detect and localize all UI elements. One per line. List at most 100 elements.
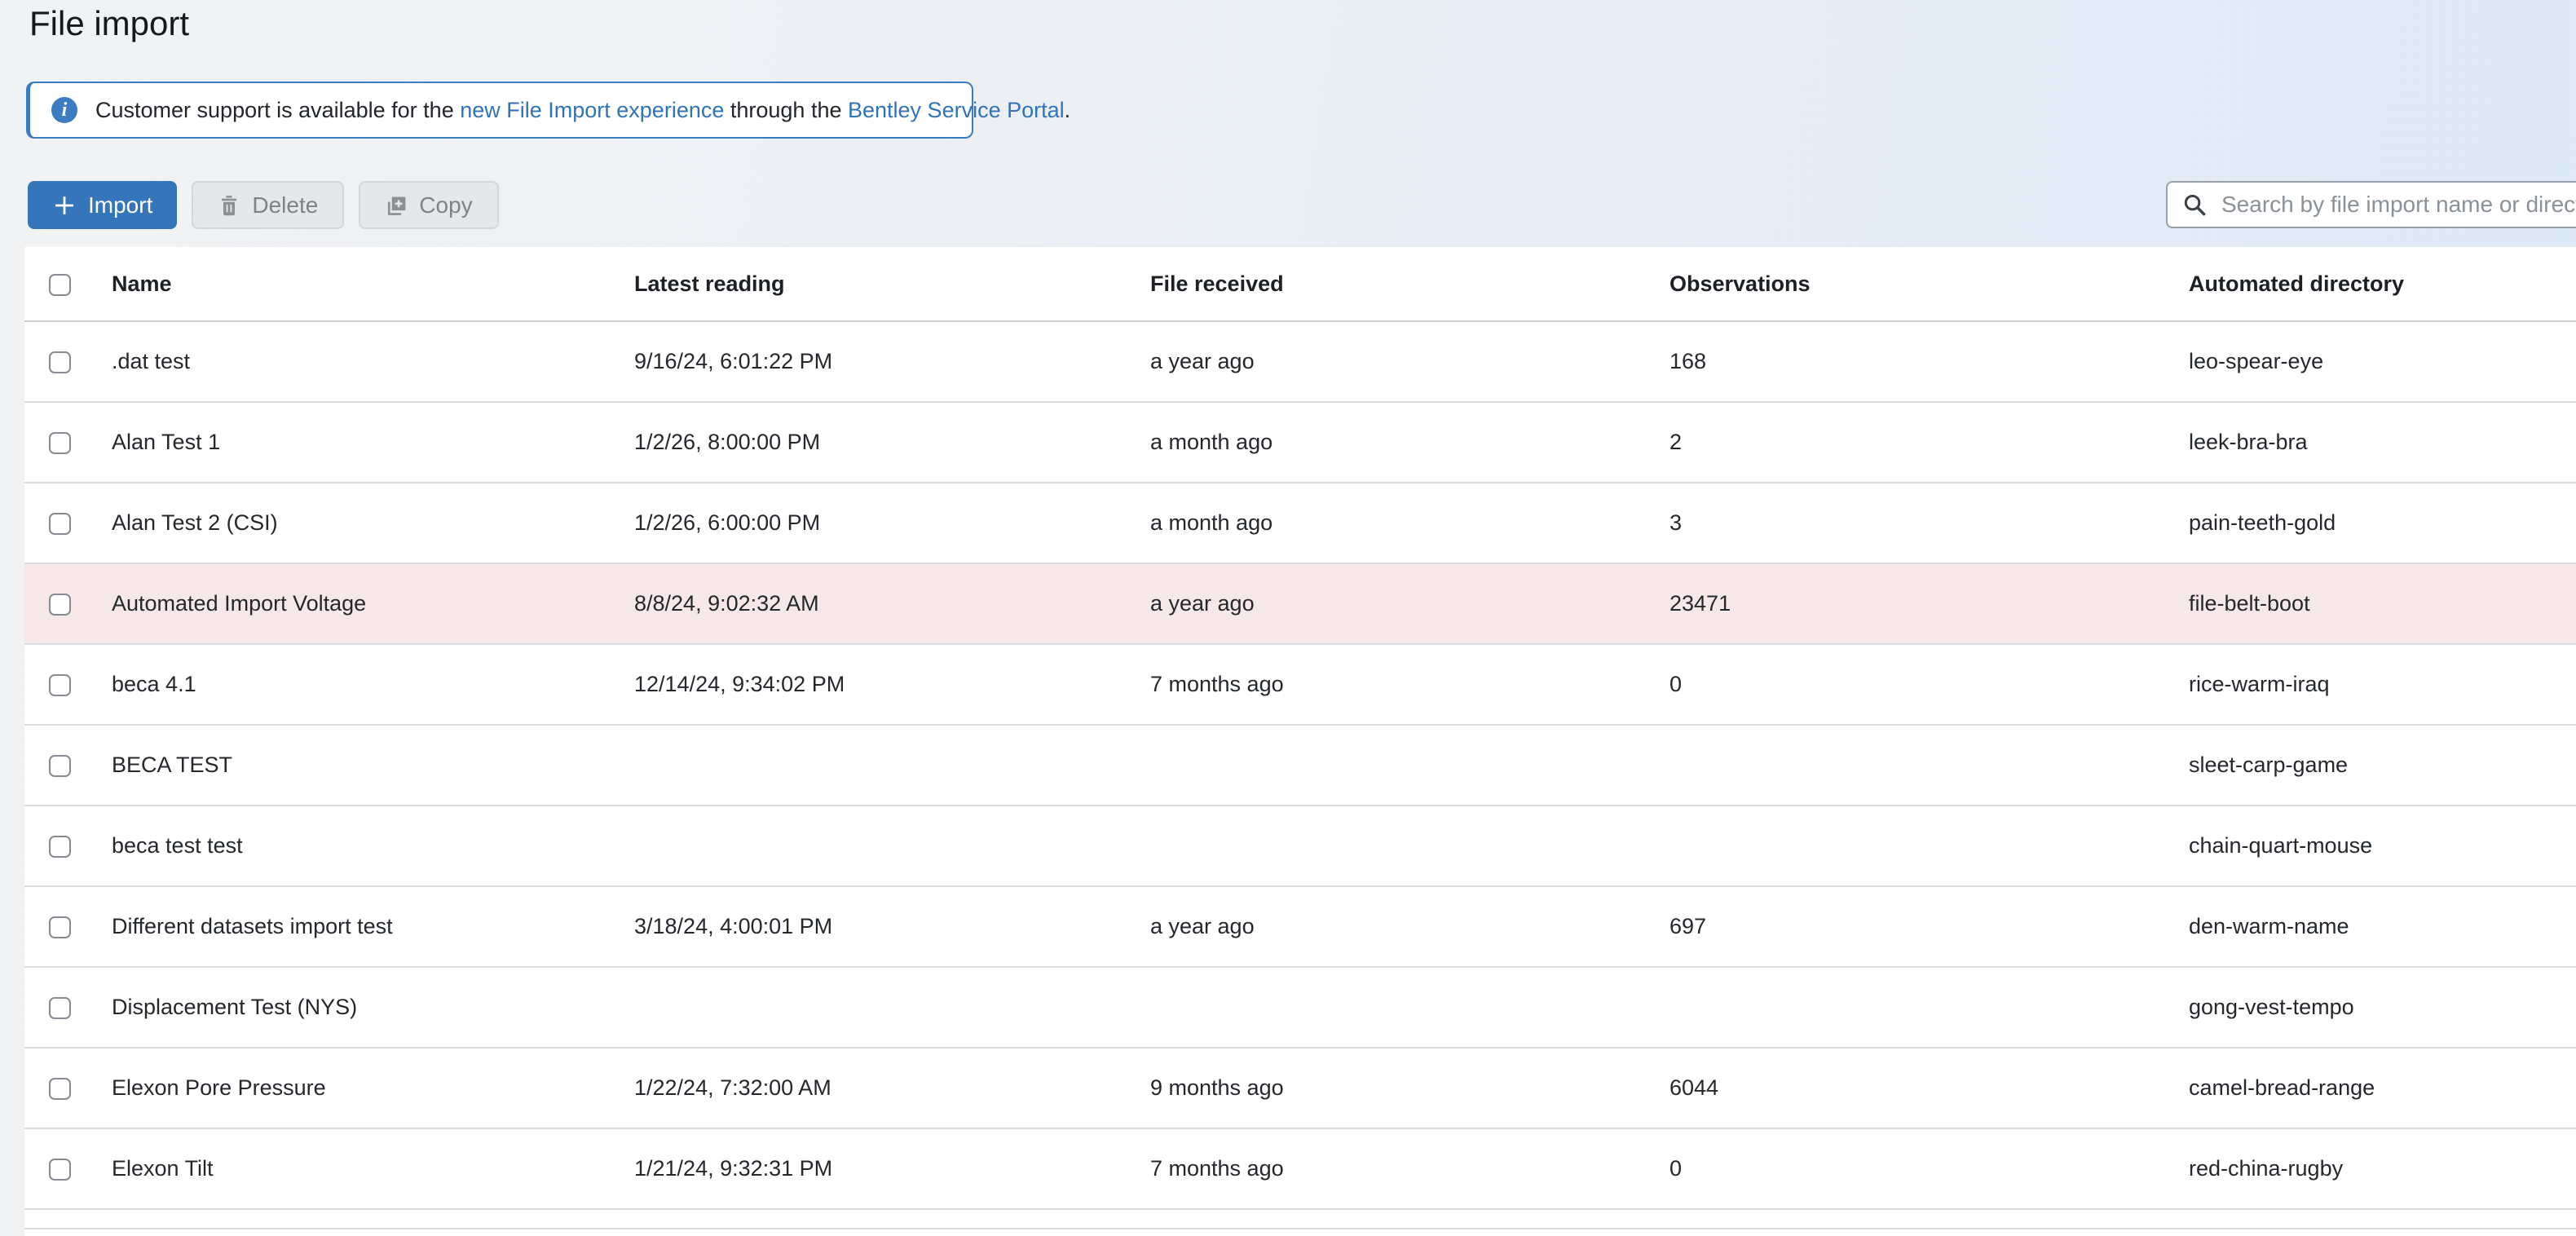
row-checkbox-cell bbox=[24, 349, 112, 374]
table-row[interactable]: Alan Test 1 1/2/26, 8:00:00 PM a month a… bbox=[24, 403, 2576, 483]
bentley-service-portal-link[interactable]: Bentley Service Portal bbox=[848, 98, 1065, 122]
cell-automated-directory: leek-bra-bra bbox=[2189, 430, 2308, 454]
partial-next-row bbox=[24, 1210, 2576, 1229]
banner-text-middle: through the bbox=[724, 97, 848, 122]
row-checkbox[interactable] bbox=[49, 674, 71, 697]
copy-button-label: Copy bbox=[419, 192, 473, 218]
cell-name: Different datasets import test bbox=[112, 914, 393, 938]
cell-name: Elexon Pore Pressure bbox=[112, 1075, 326, 1100]
delete-button[interactable]: Delete bbox=[192, 181, 345, 229]
row-checkbox[interactable] bbox=[49, 1159, 71, 1181]
row-checkbox-cell bbox=[24, 753, 112, 778]
cell-file-received: a year ago bbox=[1150, 349, 1255, 373]
row-checkbox[interactable] bbox=[49, 351, 71, 374]
column-header-name[interactable]: Name bbox=[112, 271, 634, 297]
table-header-row: Name Latest reading File received Observ… bbox=[24, 247, 2576, 322]
row-checkbox[interactable] bbox=[49, 836, 71, 859]
cell-automated-directory: leo-spear-eye bbox=[2189, 349, 2324, 373]
cell-name: Alan Test 2 (CSI) bbox=[112, 510, 278, 535]
cell-file-received: 9 months ago bbox=[1150, 1075, 1284, 1100]
row-checkbox[interactable] bbox=[49, 997, 71, 1020]
row-checkbox[interactable] bbox=[49, 594, 71, 616]
row-checkbox[interactable] bbox=[49, 432, 71, 455]
cell-automated-directory: chain-quart-mouse bbox=[2189, 833, 2373, 858]
page-title: File import bbox=[29, 4, 190, 42]
cell-latest-reading: 1/21/24, 9:32:31 PM bbox=[634, 1156, 833, 1181]
column-header-observations[interactable]: Observations bbox=[1670, 271, 2189, 297]
banner-text-after: . bbox=[1064, 97, 1071, 122]
row-checkbox-cell bbox=[24, 1156, 112, 1181]
new-file-import-experience-link[interactable]: new File Import experience bbox=[460, 98, 724, 122]
table-row[interactable]: beca test test chain-quart-mouse bbox=[24, 806, 2576, 887]
search-box bbox=[2166, 181, 2576, 228]
import-button-label: Import bbox=[88, 192, 153, 218]
cell-automated-directory: pain-teeth-gold bbox=[2189, 510, 2336, 535]
cell-name: Displacement Test (NYS) bbox=[112, 995, 358, 1019]
cell-name: BECA TEST bbox=[112, 753, 233, 777]
cell-latest-reading: 1/2/26, 6:00:00 PM bbox=[634, 510, 821, 535]
table-row[interactable]: Displacement Test (NYS) gong-vest-tempo bbox=[24, 968, 2576, 1048]
banner-text-before: Customer support is available for the bbox=[95, 97, 461, 122]
cell-automated-directory: gong-vest-tempo bbox=[2189, 995, 2354, 1019]
trash-icon bbox=[218, 194, 240, 217]
cell-observations: 6044 bbox=[1670, 1075, 1719, 1100]
copy-button[interactable]: Copy bbox=[359, 181, 499, 229]
row-checkbox-cell bbox=[24, 430, 112, 455]
cell-latest-reading: 1/2/26, 8:00:00 PM bbox=[634, 430, 821, 454]
cell-latest-reading: 9/16/24, 6:01:22 PM bbox=[634, 349, 833, 373]
row-checkbox[interactable] bbox=[49, 755, 71, 778]
copy-icon bbox=[385, 194, 408, 217]
cell-name: beca test test bbox=[112, 833, 243, 858]
cell-file-received: a month ago bbox=[1150, 430, 1273, 454]
cell-automated-directory: sleet-carp-game bbox=[2189, 753, 2349, 777]
row-checkbox[interactable] bbox=[49, 1078, 71, 1101]
cell-automated-directory: rice-warm-iraq bbox=[2189, 672, 2330, 696]
row-checkbox[interactable] bbox=[49, 916, 71, 939]
cell-name: beca 4.1 bbox=[112, 672, 196, 696]
cell-observations: 3 bbox=[1670, 510, 1683, 535]
column-header-file-received[interactable]: File received bbox=[1150, 271, 1670, 297]
column-header-automated-directory[interactable]: Automated directory bbox=[2189, 271, 2576, 297]
table-row[interactable]: Different datasets import test 3/18/24, … bbox=[24, 887, 2576, 968]
column-header-latest-reading[interactable]: Latest reading bbox=[634, 271, 1150, 297]
row-checkbox-cell bbox=[24, 833, 112, 859]
table-row[interactable]: beca 4.1 12/14/24, 9:34:02 PM 7 months a… bbox=[24, 645, 2576, 726]
row-checkbox-cell bbox=[24, 1075, 112, 1101]
cell-file-received: a year ago bbox=[1150, 914, 1255, 938]
info-icon: i bbox=[51, 97, 77, 123]
select-all-checkbox[interactable] bbox=[49, 273, 71, 296]
row-checkbox[interactable] bbox=[49, 513, 71, 536]
cell-observations: 2 bbox=[1670, 430, 1683, 454]
cell-latest-reading: 1/22/24, 7:32:00 AM bbox=[634, 1075, 831, 1100]
banner-text: Customer support is available for the ne… bbox=[95, 98, 1070, 123]
table-row[interactable]: Alan Test 2 (CSI) 1/2/26, 6:00:00 PM a m… bbox=[24, 483, 2576, 564]
table-row[interactable]: Elexon Tilt 1/21/24, 9:32:31 PM 7 months… bbox=[24, 1129, 2576, 1210]
cell-latest-reading: 3/18/24, 4:00:01 PM bbox=[634, 914, 833, 938]
cell-automated-directory: file-belt-boot bbox=[2189, 591, 2310, 616]
row-checkbox-cell bbox=[24, 510, 112, 536]
row-checkbox-cell bbox=[24, 672, 112, 697]
table-row[interactable]: Elexon Pore Pressure 1/22/24, 7:32:00 AM… bbox=[24, 1048, 2576, 1129]
cell-latest-reading: 12/14/24, 9:34:02 PM bbox=[634, 672, 845, 696]
table-row[interactable]: .dat test 9/16/24, 6:01:22 PM a year ago… bbox=[24, 322, 2576, 403]
cell-file-received: a month ago bbox=[1150, 510, 1273, 535]
cell-name: .dat test bbox=[112, 349, 191, 373]
cell-automated-directory: den-warm-name bbox=[2189, 914, 2349, 938]
table-row[interactable]: Automated Import Voltage 8/8/24, 9:02:32… bbox=[24, 564, 2576, 645]
file-import-table: Name Latest reading File received Observ… bbox=[24, 247, 2576, 1236]
import-button[interactable]: Import bbox=[28, 181, 178, 229]
cell-name: Automated Import Voltage bbox=[112, 591, 367, 616]
plus-icon bbox=[52, 193, 77, 218]
info-banner: i Customer support is available for the … bbox=[26, 82, 1070, 139]
cell-automated-directory: red-china-rugby bbox=[2189, 1156, 2344, 1181]
cell-name: Alan Test 1 bbox=[112, 430, 221, 454]
toolbar: Import Delete Copy bbox=[28, 181, 499, 229]
search-input[interactable] bbox=[2220, 191, 2576, 219]
search-icon bbox=[2182, 192, 2207, 217]
cell-file-received: a year ago bbox=[1150, 591, 1255, 616]
row-checkbox-cell bbox=[24, 995, 112, 1020]
cell-file-received: 7 months ago bbox=[1150, 1156, 1284, 1181]
table-row[interactable]: BECA TEST sleet-carp-game bbox=[24, 726, 2576, 806]
cell-latest-reading: 8/8/24, 9:02:32 AM bbox=[634, 591, 819, 616]
cell-observations: 0 bbox=[1670, 1156, 1683, 1181]
